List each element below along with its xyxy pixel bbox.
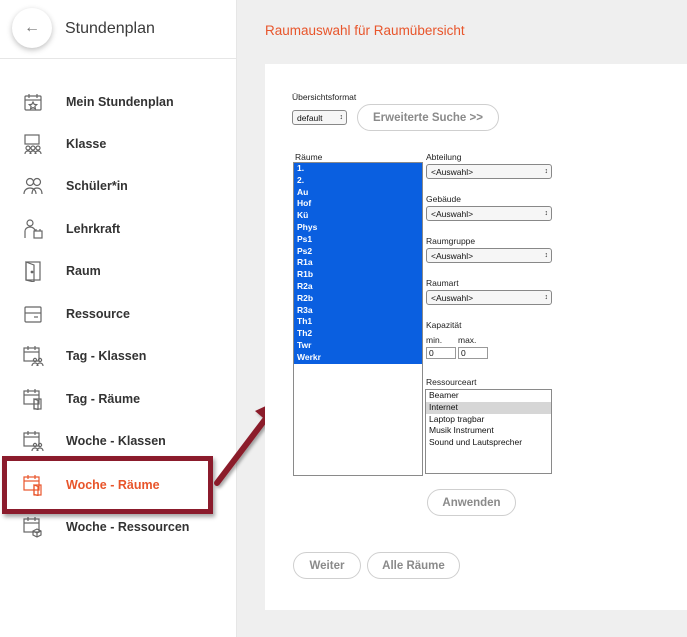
sidebar-item-raum[interactable]: Raum	[0, 250, 237, 292]
department-label: Abteilung	[426, 152, 462, 162]
building-value: <Auswahl>	[431, 208, 474, 219]
select-arrows-icon: ↕	[544, 294, 549, 301]
calendar-group-icon	[21, 429, 45, 453]
department-select[interactable]: <Auswahl> ↕	[426, 164, 552, 179]
calendar-door-icon	[21, 387, 45, 411]
sidebar-item-label: Woche - Klassen	[66, 434, 166, 448]
sidebar-item-label: Tag - Klassen	[66, 349, 147, 363]
sidebar-item-label: Lehrkraft	[66, 222, 121, 236]
room-option[interactable]: Werkr	[294, 351, 422, 364]
sidebar-item-label: Raum	[66, 264, 101, 278]
sidebar-item-label: Schüler*in	[66, 179, 128, 193]
capacity-min-input[interactable]: 0	[426, 347, 456, 359]
resource-box-icon	[21, 302, 45, 326]
all-rooms-button[interactable]: Alle Räume	[367, 552, 460, 579]
room-option[interactable]: 2.	[294, 174, 422, 187]
select-arrows-icon: ↕	[544, 210, 549, 217]
capacity-label: Kapazität	[426, 320, 462, 330]
resource-option[interactable]: Musik Instrument	[426, 425, 551, 437]
back-button[interactable]: ←	[12, 8, 52, 48]
students-icon	[21, 174, 45, 198]
capacity-max-label: max.	[458, 335, 477, 345]
room-group-label: Raumgruppe	[426, 236, 476, 246]
page-title: Raumauswahl für Raumübersicht	[265, 23, 465, 38]
sidebar-item-label: Tag - Räume	[66, 392, 141, 406]
format-value: default	[297, 112, 323, 123]
resource-option[interactable]: Laptop tragbar	[426, 414, 551, 426]
room-group-value: <Auswahl>	[431, 250, 474, 261]
apply-button[interactable]: Anwenden	[427, 489, 516, 516]
active-item-highlight	[2, 456, 213, 514]
resource-type-label: Ressourceart	[426, 377, 477, 387]
sidebar-item-klasse[interactable]: Klasse	[0, 123, 237, 165]
building-select[interactable]: <Auswahl> ↕	[426, 206, 552, 221]
calendar-star-icon	[21, 90, 45, 114]
sidebar-item-label: Woche - Ressourcen	[66, 520, 190, 534]
teacher-icon	[21, 217, 45, 241]
resource-option-selected[interactable]: Internet	[426, 401, 551, 414]
room-option[interactable]: R2b	[294, 292, 422, 305]
arrow-left-icon: ←	[24, 19, 40, 36]
room-option[interactable]: Ps2	[294, 245, 422, 258]
room-type-value: <Auswahl>	[431, 292, 474, 303]
room-type-label: Raumart	[426, 278, 459, 288]
department-value: <Auswahl>	[431, 166, 474, 177]
room-option[interactable]: Th1	[294, 316, 422, 329]
room-option[interactable]: Kü	[294, 210, 422, 222]
sidebar-item-label: Mein Stundenplan	[66, 95, 174, 109]
room-option[interactable]: R1b	[294, 269, 422, 281]
building-label: Gebäude	[426, 194, 461, 204]
sidebar-item-label: Ressource	[66, 307, 130, 321]
capacity-max-input[interactable]: 0	[458, 347, 488, 359]
class-group-icon	[21, 132, 45, 156]
divider	[0, 58, 237, 59]
advanced-search-button[interactable]: Erweiterte Suche >>	[357, 104, 499, 131]
room-option[interactable]: Th2	[294, 328, 422, 340]
room-option[interactable]: Au	[294, 186, 422, 199]
sidebar-item-lehrkraft[interactable]: Lehrkraft	[0, 208, 237, 250]
room-option[interactable]: R2a	[294, 280, 422, 293]
resource-option[interactable]: Sound und Lautsprecher	[426, 437, 551, 449]
calendar-group-icon	[21, 344, 45, 368]
room-option[interactable]: Hof	[294, 198, 422, 211]
room-group-select[interactable]: <Auswahl> ↕	[426, 248, 552, 263]
select-arrows-icon: ↕	[544, 252, 549, 259]
room-option[interactable]: R3a	[294, 304, 422, 317]
room-option[interactable]: Phys	[294, 221, 422, 234]
select-arrows-icon: ↕	[544, 168, 549, 175]
resource-option[interactable]: Beamer	[426, 390, 551, 402]
rooms-label: Räume	[295, 152, 323, 162]
resource-type-listbox[interactable]: Beamer Internet Laptop tragbar Musik Ins…	[425, 389, 552, 474]
calendar-box-icon	[21, 515, 45, 539]
app-title: Stundenplan	[65, 20, 155, 37]
sidebar-item-tag-raeume[interactable]: Tag - Räume	[0, 378, 237, 420]
door-icon	[21, 259, 45, 283]
room-option[interactable]: Twr	[294, 339, 422, 352]
capacity-min-label: min.	[426, 335, 443, 345]
select-arrows-icon: ↕	[339, 114, 344, 121]
sidebar-item-ressource[interactable]: Ressource	[0, 293, 237, 335]
format-select[interactable]: default ↕	[292, 110, 347, 125]
room-option[interactable]: R1a	[294, 257, 422, 270]
sidebar-item-label: Klasse	[66, 137, 107, 151]
room-option[interactable]: 1.	[294, 163, 422, 175]
room-option[interactable]: Ps1	[294, 233, 422, 246]
format-label: Übersichtsformat	[292, 92, 357, 102]
room-type-select[interactable]: <Auswahl> ↕	[426, 290, 552, 305]
next-button[interactable]: Weiter	[293, 552, 361, 579]
sidebar-item-mein-stundenplan[interactable]: Mein Stundenplan	[0, 81, 237, 123]
sidebar-item-schueler[interactable]: Schüler*in	[0, 165, 237, 207]
sidebar-item-tag-klassen[interactable]: Tag - Klassen	[0, 335, 237, 377]
rooms-listbox[interactable]: 1. 2. Au Hof Kü Phys Ps1 Ps2 R1a R1b R2a…	[293, 162, 423, 476]
sidebar: ← Stundenplan Mein Stundenplan Klasse Sc…	[0, 0, 237, 637]
